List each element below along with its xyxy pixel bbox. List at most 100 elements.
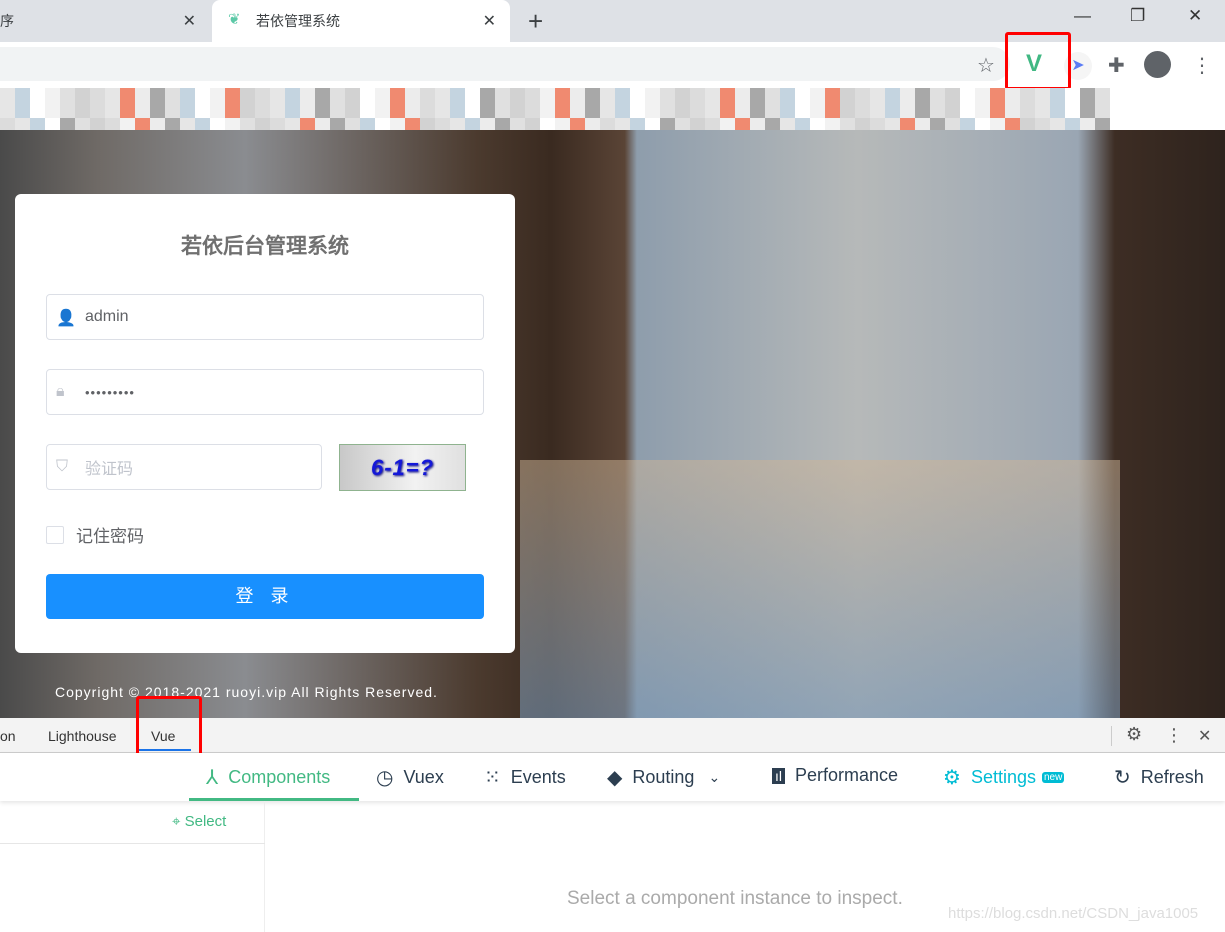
- blur-block: [150, 88, 165, 118]
- captcha-input[interactable]: ⛉ 验证码: [46, 444, 322, 490]
- blur-block: [930, 88, 945, 118]
- blur-block: [735, 88, 750, 118]
- tab-lighthouse[interactable]: Lighthouse: [48, 728, 117, 744]
- star-icon[interactable]: ☆: [977, 53, 995, 78]
- gear-icon: ⚙: [943, 767, 961, 789]
- divider: [1111, 726, 1112, 746]
- username-input[interactable]: 👤 admin: [46, 294, 484, 340]
- events-button[interactable]: ⁙ Events: [484, 765, 566, 790]
- blur-block: [510, 88, 525, 118]
- blur-block: [1035, 88, 1050, 118]
- close-tab-icon[interactable]: ✕: [483, 11, 496, 31]
- label: Settings: [970, 767, 1036, 787]
- blur-block: [105, 88, 120, 118]
- tab-title: 若依管理系统: [256, 13, 340, 29]
- blur-block: [630, 88, 645, 118]
- new-badge: new: [1041, 772, 1065, 783]
- chart-icon: ıl: [772, 767, 785, 784]
- blur-block: [450, 88, 465, 118]
- close-tab-icon[interactable]: ✕: [183, 11, 196, 31]
- copyright: Copyright © 2018-2021 ruoyi.vip All Righ…: [55, 684, 438, 700]
- checkbox[interactable]: [46, 525, 64, 544]
- blur-block: [255, 88, 270, 118]
- blur-block: [15, 88, 30, 118]
- blur-block: [285, 88, 300, 118]
- label: Events: [510, 767, 566, 787]
- new-tab-button[interactable]: +: [528, 6, 543, 37]
- captcha-placeholder: 验证码: [85, 461, 134, 478]
- captcha-image[interactable]: 6-1=?: [339, 444, 466, 491]
- blur-block: [915, 88, 930, 118]
- watermark: https://blog.csdn.net/CSDN_java1005: [948, 905, 1199, 922]
- login-title: 若依后台管理系统: [181, 235, 349, 258]
- blur-block: [135, 88, 150, 118]
- blur-block: [780, 88, 795, 118]
- blur-block: [900, 88, 915, 118]
- inspect-placeholder: Select a component instance to inspect.: [567, 888, 903, 909]
- blur-block: [525, 88, 540, 118]
- blur-block: [675, 88, 690, 118]
- login-button[interactable]: 登 录: [46, 574, 484, 619]
- login-card: 若依后台管理系统 👤 admin 🔒︎ ••••••••• ⛉ 验证码 6-1=? 记…: [15, 194, 515, 653]
- blur-block: [645, 88, 660, 118]
- blur-block: [540, 88, 555, 118]
- blur-block: [225, 88, 240, 118]
- ruoyi-favicon-icon: ❦: [228, 11, 241, 28]
- history-icon: ◷: [376, 767, 394, 789]
- select-button[interactable]: ⌖ Select: [172, 813, 226, 830]
- blur-block: [330, 88, 345, 118]
- tab-ruoyi[interactable]: ❦ 若依管理系统 ✕: [212, 0, 510, 42]
- blurred-bookmarks: [0, 88, 1120, 132]
- blur-block: [495, 88, 510, 118]
- blur-block: [585, 88, 600, 118]
- restore-button[interactable]: ❐: [1130, 6, 1145, 26]
- blur-block: [1095, 88, 1110, 118]
- user-icon: 👤: [56, 310, 76, 327]
- gear-icon[interactable]: ⚙: [1126, 724, 1142, 745]
- blur-block: [945, 88, 960, 118]
- blur-block: [345, 88, 360, 118]
- blur-block: [570, 88, 585, 118]
- address-bar[interactable]: [0, 47, 1010, 81]
- refresh-button[interactable]: ↻ Refresh: [1114, 765, 1204, 790]
- blur-block: [885, 88, 900, 118]
- vuex-button[interactable]: ◷ Vuex: [376, 765, 444, 790]
- password-value: •••••••••: [85, 384, 135, 400]
- refresh-icon: ↻: [1114, 767, 1131, 789]
- blur-block: [0, 88, 15, 118]
- blur-block: [600, 88, 615, 118]
- settings-button[interactable]: ⚙ Settings new: [943, 765, 1065, 790]
- blur-block: [1065, 88, 1080, 118]
- password-input[interactable]: 🔒︎ •••••••••: [46, 369, 484, 415]
- blur-block: [375, 88, 390, 118]
- tab-other[interactable]: 程序 ✕: [0, 0, 210, 42]
- component-tree-panel: ⌖ Select: [0, 801, 265, 932]
- blur-block: [840, 88, 855, 118]
- components-button[interactable]: ⅄ Components: [206, 765, 330, 790]
- close-icon[interactable]: ✕: [1198, 726, 1211, 746]
- blur-block: [315, 88, 330, 118]
- blur-block: [435, 88, 450, 118]
- routing-button[interactable]: ◆ Routing ⌄: [607, 765, 720, 790]
- label: Refresh: [1140, 767, 1204, 787]
- remember-checkbox[interactable]: 记住密码: [46, 522, 144, 547]
- blur-block: [750, 88, 765, 118]
- tab-application[interactable]: on: [0, 728, 16, 744]
- blur-block: [75, 88, 90, 118]
- background-light: [520, 460, 1120, 718]
- blur-block: [120, 88, 135, 118]
- blur-block: [975, 88, 990, 118]
- blur-block: [1005, 88, 1020, 118]
- performance-button[interactable]: ıl Performance: [772, 765, 898, 786]
- close-window-button[interactable]: ✕: [1188, 6, 1202, 26]
- profile-icon[interactable]: [1144, 51, 1171, 78]
- more-icon[interactable]: ⋮: [1192, 53, 1212, 78]
- label: Performance: [795, 765, 899, 785]
- label: Routing: [632, 767, 695, 787]
- puzzle-icon[interactable]: ✚: [1108, 53, 1125, 78]
- minimize-button[interactable]: —: [1074, 6, 1091, 26]
- blur-block: [30, 88, 45, 118]
- vue-toolbar: ⅄ Components ◷ Vuex ⁙ Events ◆ Routing ⌄ ıl Pe…: [0, 753, 1225, 801]
- more-icon[interactable]: ⋮: [1165, 725, 1183, 746]
- routing-icon: ◆: [607, 767, 623, 789]
